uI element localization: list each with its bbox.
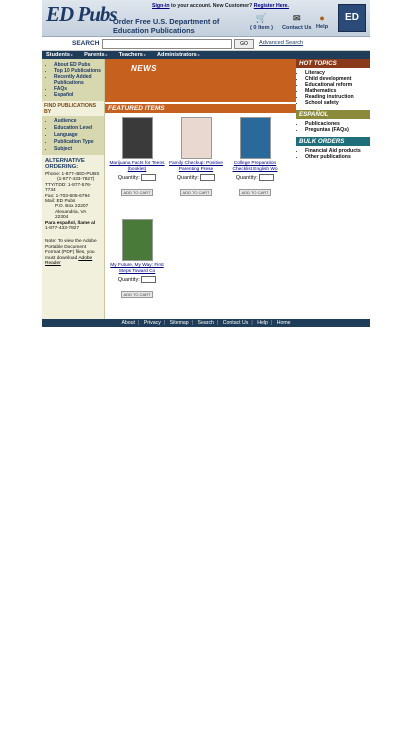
help-button[interactable]: ● Help [316,13,328,30]
help-label: Help [316,24,329,30]
footer-link-contact[interactable]: Contact Us [223,320,249,326]
product-title-link[interactable]: Family Checkup: Positive Parenting Prese [168,161,224,172]
product-card: Marijuana Facts for Teens (booklet) Quan… [109,117,165,199]
site-tagline: Order Free U.S. Department of Education … [113,17,220,35]
register-link[interactable]: Register Here. [254,3,289,9]
product-cover-image[interactable] [180,117,212,159]
product-cover-image[interactable] [121,219,153,261]
product-title-link[interactable]: Marijuana Facts for Teens (booklet) [109,161,165,172]
news-banner: NEWS [105,59,296,102]
quantity-input[interactable] [141,276,157,283]
edpubs-logo[interactable]: ED Pubs [46,2,118,27]
featured-products: Marijuana Facts for Teens (booklet) Quan… [105,113,296,313]
featured-items-heading: FEATURED ITEMS [105,104,296,113]
go-button[interactable]: GO [234,39,254,49]
quantity-row: Quantity: [109,174,165,181]
find-item-education-level[interactable]: Education Level [54,125,104,132]
right-sidebar: HOT TOPICS Literacy Child development Ed… [296,59,370,319]
sidebar-item-espanol[interactable]: Español [54,92,104,98]
audience-nav: Students Parents Teachers Administrators [42,51,370,59]
tab-administrators[interactable]: Administrators [155,52,205,58]
quantity-row: Quantity: [227,174,283,181]
content-columns: About ED Pubs Top 10 Publications Recent… [42,59,370,319]
news-title: NEWS [131,64,157,73]
footer-link-privacy[interactable]: Privacy [144,320,161,326]
add-to-cart-button[interactable]: ADD TO CART [179,189,213,196]
tab-students[interactable]: Students [44,52,78,58]
tab-teachers[interactable]: Teachers [117,52,151,58]
espanol-phone: 1-877-433-7827 [45,226,80,232]
footer-link-home[interactable]: Home [277,320,291,326]
product-cover-image[interactable] [239,117,271,159]
quantity-label: Quantity: [117,276,140,283]
tab-parents[interactable]: Parents [82,52,113,58]
advanced-search-link[interactable]: Advanced Search [259,40,303,46]
sidebar-top-links: About ED Pubs Top 10 Publications Recent… [42,59,104,101]
left-sidebar: About ED Pubs Top 10 Publications Recent… [42,59,105,319]
envelope-icon: ✉ [292,13,301,23]
espanol-list: Publicaciones Preguntas (FAQs) [296,121,370,133]
add-to-cart-button[interactable]: ADD TO CART [120,189,154,196]
tty-line: TTY/TDD: 1-877-576-7734 [45,182,92,194]
add-to-cart-button[interactable]: ADD TO CART [238,189,272,196]
main-content: NEWS FEATURED ITEMS Marijuana Facts for … [105,59,296,319]
alternative-ordering: ALTERNATIVE ORDERING: Phone: 1-877-4ED-P… [42,155,104,234]
footer-link-sitemap[interactable]: Sitemap [170,320,189,326]
find-item-subject[interactable]: Subject [54,146,104,153]
contact-button[interactable]: ✉ Contact Us [282,13,312,31]
product-title-link[interactable]: College Preparation Checklist English Wo [227,161,283,172]
search-input[interactable] [102,39,232,49]
hot-topics-heading: HOT TOPICS [296,59,370,68]
quantity-label: Quantity: [235,174,258,181]
product-cover-image[interactable] [121,117,153,159]
hot-topics-list: Literacy Child development Educational r… [296,70,370,106]
footer-link-help[interactable]: Help [257,320,268,326]
cart-button[interactable]: 🛒 ( 0 Item ) [250,13,273,31]
espanol-heading: ESPAÑOL [296,110,370,119]
quantity-row: Quantity: [168,174,224,181]
signin-text: to your account. New Customer? [169,3,254,9]
signin-link[interactable]: Sign-in [152,3,170,9]
espanol-preguntas[interactable]: Preguntas (FAQs) [305,127,370,133]
find-item-language[interactable]: Language [54,132,104,139]
quantity-row: Quantity: [109,276,165,283]
quantity-label: Quantity: [176,174,199,181]
quantity-input[interactable] [259,174,275,181]
find-item-audience[interactable]: Audience [54,118,104,125]
ed-seal-icon[interactable]: ED [338,4,366,32]
hot-topic-school-safety[interactable]: School safety [305,100,370,106]
add-to-cart-button[interactable]: ADD TO CART [120,291,154,298]
quantity-label: Quantity: [117,174,140,181]
product-card: Family Checkup: Positive Parenting Prese… [168,117,224,199]
footer-link-search[interactable]: Search [197,320,213,326]
cart-count: ( 0 Item ) [250,25,274,31]
find-item-publication-type[interactable]: Publication Type [54,139,104,146]
find-publications-heading: FIND PUBLICATIONS BY [44,103,97,115]
alt-ordering-heading: ALTERNATIVE ORDERING: [45,158,85,170]
bulk-orders-list: Financial Aid products Other publication… [296,148,370,160]
footer-link-about[interactable]: About [121,320,135,326]
search-bar: SEARCH GO Advanced Search [42,37,370,51]
product-card: My Future, My Way: First Steps Toward Co… [109,219,165,301]
page-frame: ED Pubs Order Free U.S. Department of Ed… [42,0,370,327]
pdf-note: Note: To view the Adobe Portable Documen… [42,234,104,266]
bulk-other-publications[interactable]: Other publications [305,154,370,160]
product-card: College Preparation Checklist English Wo… [227,117,283,199]
quantity-input[interactable] [141,174,157,181]
product-title-link[interactable]: My Future, My Way: First Steps Toward Co [109,263,165,274]
sidebar-item-recent[interactable]: Recently Added Publications [54,74,104,86]
help-icon: ● [319,13,325,23]
search-label: SEARCH [72,40,100,47]
site-footer: About | Privacy | Sitemap | Search | Contact… [42,319,370,327]
bulk-orders-heading: BULK ORDERS [296,137,370,146]
site-header: ED Pubs Order Free U.S. Department of Ed… [42,0,370,37]
find-links: Audience Education Level Language Public… [42,116,104,155]
cart-icon: 🛒 [255,13,268,23]
quantity-input[interactable] [200,174,216,181]
signin-message: Sign-in to your account. New Customer? R… [152,3,289,9]
contact-label: Contact Us [282,25,312,31]
